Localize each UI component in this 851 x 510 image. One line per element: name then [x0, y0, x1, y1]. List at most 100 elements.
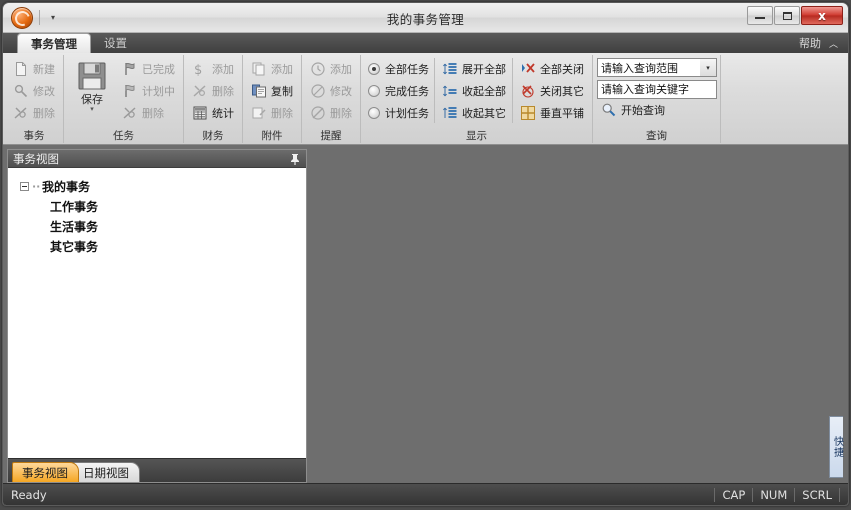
button-mark-planned[interactable]: 计划中 [118, 80, 179, 101]
button-label: 收起全部 [462, 84, 506, 98]
calculator-icon [193, 106, 207, 119]
chevron-down-icon[interactable]: ▾ [90, 106, 94, 113]
flag-plan-icon [125, 84, 135, 97]
tree-node-life[interactable]: 生活事务 [8, 216, 306, 236]
tree-node-root[interactable]: ·· 我的事务 [8, 176, 306, 196]
button-label: 关闭其它 [540, 84, 584, 98]
button-collapse-others[interactable]: 收起其它 [438, 102, 510, 123]
button-label: 添加 [330, 62, 352, 76]
ribbon-group-caiwu: $ 添加 删除 统计 财务 [184, 55, 243, 143]
delete-icon [123, 106, 136, 119]
tab-shezhi[interactable]: 设置 [91, 33, 140, 53]
group-label: 查询 [646, 130, 667, 142]
group-content: 请输入查询范围 ▾ 请输入查询关键字 开始查询 [597, 58, 717, 118]
button-add-reminder[interactable]: 添加 [306, 58, 356, 79]
tree-node-other[interactable]: 其它事务 [8, 236, 306, 256]
button-mark-completed[interactable]: 已完成 [118, 58, 179, 79]
button-column: 已完成 计划中 删除 [118, 58, 179, 123]
button-new-task[interactable]: 新建 [9, 58, 59, 79]
mdi-client-area: 快捷 [309, 149, 844, 483]
side-panel-tab[interactable]: 快捷 [829, 416, 843, 478]
button-delete-reminder[interactable]: 删除 [306, 102, 356, 123]
query-keyword-input[interactable]: 请输入查询关键字 [597, 80, 717, 99]
button-collapse-all[interactable]: 收起全部 [438, 80, 510, 101]
button-label: 删除 [212, 84, 234, 98]
radio-icon [368, 106, 380, 119]
main-work-area: 事务视图 ·· 我的事务 工作事务 生活事务 其它事务 事务视图 日期视图 快捷 [3, 145, 848, 483]
button-delete-subtask[interactable]: 删除 [118, 102, 179, 123]
button-label: 删除 [33, 106, 55, 120]
button-delete-attachment[interactable]: 删除 [247, 102, 297, 123]
minimize-button[interactable] [747, 6, 773, 25]
help-label[interactable]: 帮助 [799, 35, 821, 51]
radio-all-tasks[interactable]: 全部任务 [365, 58, 432, 79]
button-label: 展开全部 [462, 62, 506, 76]
close-button[interactable]: x [801, 6, 843, 25]
status-indicator-cap: CAP [714, 487, 752, 502]
button-delete-finance[interactable]: 删除 [188, 80, 238, 101]
button-add-finance[interactable]: $ 添加 [188, 58, 238, 79]
radio-icon [368, 62, 380, 75]
money-delete-icon [193, 84, 206, 97]
button-label: 添加 [271, 62, 293, 76]
status-message: Ready [11, 487, 47, 502]
tree-connector: ·· [32, 179, 41, 193]
group-content: 添加 复制 删除 [247, 58, 297, 123]
button-label: 修改 [330, 84, 352, 98]
query-scope-combobox[interactable]: 请输入查询范围 ▾ [597, 58, 717, 77]
tree-command-column: 展开全部 收起全部 收起其它 [434, 58, 510, 123]
start-query-button[interactable]: 开始查询 [597, 102, 716, 118]
maximize-button[interactable] [774, 6, 800, 25]
button-column: 添加 修改 删除 [306, 58, 356, 123]
group-label: 显示 [466, 130, 487, 142]
button-close-others[interactable]: 关闭其它 [516, 80, 588, 101]
svg-text:$: $ [194, 63, 202, 77]
side-panel-label: 快捷 [831, 436, 843, 458]
delete-icon [14, 106, 27, 119]
ribbon-group-shiwu: 新建 修改 删除 事务 [5, 55, 64, 143]
button-add-attachment[interactable]: 添加 [247, 58, 297, 79]
button-close-all[interactable]: 全部关闭 [516, 58, 588, 79]
group-content: 全部任务 完成任务 计划任务 展开全部 收起全部 收起其它 全部关闭 关闭其它 … [365, 58, 588, 123]
chevron-down-icon[interactable]: ▾ [700, 59, 716, 76]
tile-vertical-icon [521, 105, 535, 120]
button-finance-stats[interactable]: 统计 [188, 102, 238, 123]
button-edit-task[interactable]: 修改 [9, 80, 59, 101]
tree-node-work[interactable]: 工作事务 [8, 196, 306, 216]
button-tile-vertical[interactable]: 垂直平铺 [516, 102, 588, 123]
dock-tab-task-view[interactable]: 事务视图 [12, 462, 79, 482]
group-label: 事务 [23, 130, 45, 142]
tree-expander-icon[interactable] [20, 181, 29, 191]
tab-shiwu-guanli[interactable]: 事务管理 [17, 33, 91, 53]
close-all-icon [522, 62, 535, 73]
tree-node-label: 生活事务 [50, 219, 99, 234]
button-edit-reminder[interactable]: 修改 [306, 80, 356, 101]
ribbon-group-chaxun: 请输入查询范围 ▾ 请输入查询关键字 开始查询 查询 [593, 55, 721, 143]
new-document-icon [16, 61, 26, 76]
edit-icon [14, 84, 28, 97]
radio-planned-tasks[interactable]: 计划任务 [365, 102, 432, 123]
dock-panel-header: 事务视图 [8, 150, 306, 168]
dock-tab-date-view[interactable]: 日期视图 [73, 462, 140, 482]
button-copy-attachment[interactable]: 复制 [247, 80, 297, 101]
ribbon-tab-strip: 事务管理 设置 帮助 ︿ [3, 33, 848, 53]
ribbon-group-fujian: 添加 复制 删除 附件 [243, 55, 302, 143]
button-delete-task[interactable]: 删除 [9, 102, 59, 123]
button-expand-all[interactable]: 展开全部 [438, 58, 510, 79]
button-label: 垂直平铺 [540, 106, 584, 120]
chevron-up-icon[interactable]: ︿ [829, 37, 838, 50]
attach-add-icon [252, 62, 265, 75]
money-add-icon: $ [194, 63, 202, 77]
pin-icon[interactable] [288, 152, 302, 166]
query-scope-value: 请输入查询范围 [601, 61, 678, 75]
window-title: 我的事务管理 [386, 12, 465, 27]
button-label: 全部关闭 [540, 62, 584, 76]
button-label: 统计 [212, 106, 234, 120]
group-content: $ 添加 删除 统计 [188, 58, 238, 123]
flag-done-icon [125, 62, 135, 75]
radio-completed-tasks[interactable]: 完成任务 [365, 80, 432, 101]
tree-node-label: 其它事务 [50, 239, 99, 254]
button-label: 新建 [33, 62, 55, 76]
save-button[interactable]: 保存 ▾ [68, 58, 116, 123]
radio-label: 全部任务 [385, 62, 429, 76]
